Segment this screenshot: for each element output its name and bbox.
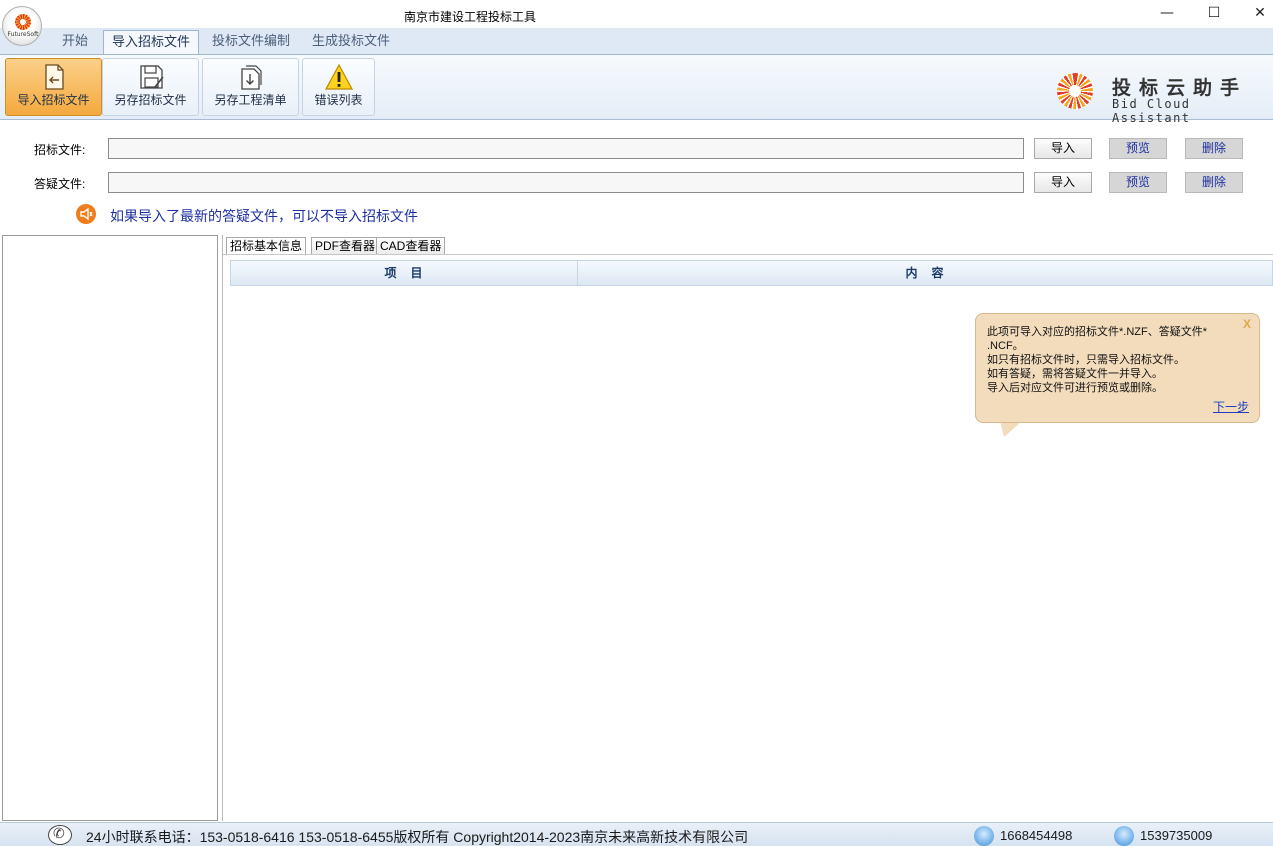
ribbon-toolbar: 导入招标文件 另存招标文件 另存工程清单 错误列表 投标云助手 Bid Clou… [0, 54, 1273, 125]
qa-delete-button[interactable]: 删除 [1185, 172, 1243, 193]
brand-name-en: Bid Cloud Assistant [1112, 97, 1191, 125]
close-button[interactable]: ✕ [1240, 2, 1273, 24]
ribbon-button-label: 导入招标文件 [17, 93, 90, 107]
tender-preview-button[interactable]: 预览 [1109, 138, 1167, 159]
column-header-content[interactable]: 内 容 [578, 261, 1272, 285]
ribbon-button-label: 另存工程清单 [214, 93, 287, 107]
guide-balloon: X 此项可导入对应的招标文件*.NZF、答疑文件* .NCF。 如只有招标文件时… [975, 313, 1260, 423]
qq-number-2[interactable]: 1539735009 [1140, 828, 1212, 843]
qa-file-label: 答疑文件: [34, 177, 86, 191]
save-as-icon [140, 65, 164, 89]
tab-cad-viewer[interactable]: CAD查看器 [376, 237, 446, 255]
export-list-icon [241, 65, 262, 90]
ribbon-tabs: 开始 导入招标文件 投标文件编制 生成投标文件 [0, 28, 1273, 54]
qa-preview-button[interactable]: 预览 [1109, 172, 1167, 193]
tender-file-input[interactable] [108, 138, 1024, 159]
save-bill-button[interactable]: 另存工程清单 [202, 58, 299, 116]
ribbon-button-label: 另存招标文件 [114, 93, 187, 107]
tender-delete-button[interactable]: 删除 [1185, 138, 1243, 159]
brand-name-cn: 投标云助手 [1112, 78, 1248, 99]
qq-number-1[interactable]: 1668454498 [1000, 828, 1072, 843]
tab-pdf-viewer[interactable]: PDF查看器 [311, 237, 380, 255]
minimize-button[interactable]: — [1147, 2, 1187, 24]
hint-text: 如果导入了最新的答疑文件，可以不导入招标文件 [110, 208, 418, 224]
import-file-icon [45, 64, 64, 90]
tender-file-label: 招标文件: [34, 143, 86, 157]
qq-icon[interactable] [974, 826, 994, 846]
error-list-button[interactable]: 错误列表 [302, 58, 375, 116]
brand-logo: 投标云助手 Bid Cloud Assistant [1057, 67, 1267, 125]
ribbon-button-label: 错误列表 [314, 93, 363, 107]
info-grid-header: 项 目 内 容 [230, 260, 1273, 286]
sun-logo-icon [1057, 73, 1093, 109]
phone-icon [48, 825, 72, 845]
balloon-next-link[interactable]: 下一步 [1213, 398, 1249, 415]
qa-file-input[interactable] [108, 172, 1024, 193]
qq-icon[interactable] [1114, 826, 1134, 846]
tab-edit-bid[interactable]: 投标文件编制 [204, 30, 298, 54]
file-tree-panel[interactable] [2, 235, 218, 821]
tab-generate-bid[interactable]: 生成投标文件 [304, 30, 398, 54]
tab-start[interactable]: 开始 [54, 30, 96, 54]
status-bar: 24小时联系电话：153-0518-6416 153-0518-6455版权所有… [0, 822, 1273, 846]
app-logo[interactable]: FutureSoft [2, 6, 42, 46]
window-title: 南京市建设工程投标工具 [403, 10, 536, 24]
warning-icon [325, 63, 353, 90]
balloon-close-button[interactable]: X [1243, 317, 1251, 331]
balloon-line: 导入后对应文件可进行预览或删除。 [987, 382, 1163, 394]
save-tender-button[interactable]: 另存招标文件 [102, 58, 199, 116]
column-header-item[interactable]: 项 目 [231, 261, 578, 285]
balloon-tail [1000, 421, 1022, 437]
tab-import-tender[interactable]: 导入招标文件 [103, 30, 200, 54]
maximize-button[interactable]: ☐ [1194, 2, 1234, 24]
speaker-icon [76, 204, 96, 224]
contact-info: 24小时联系电话：153-0518-6416 153-0518-6455版权所有… [86, 829, 749, 845]
tender-import-button[interactable]: 导入 [1034, 138, 1092, 159]
qa-import-button[interactable]: 导入 [1034, 172, 1092, 193]
title-bar: 南京市建设工程投标工具 — ☐ ✕ [0, 0, 1273, 28]
logo-text: FutureSoft [7, 31, 39, 38]
import-tender-button[interactable]: 导入招标文件 [5, 58, 102, 116]
